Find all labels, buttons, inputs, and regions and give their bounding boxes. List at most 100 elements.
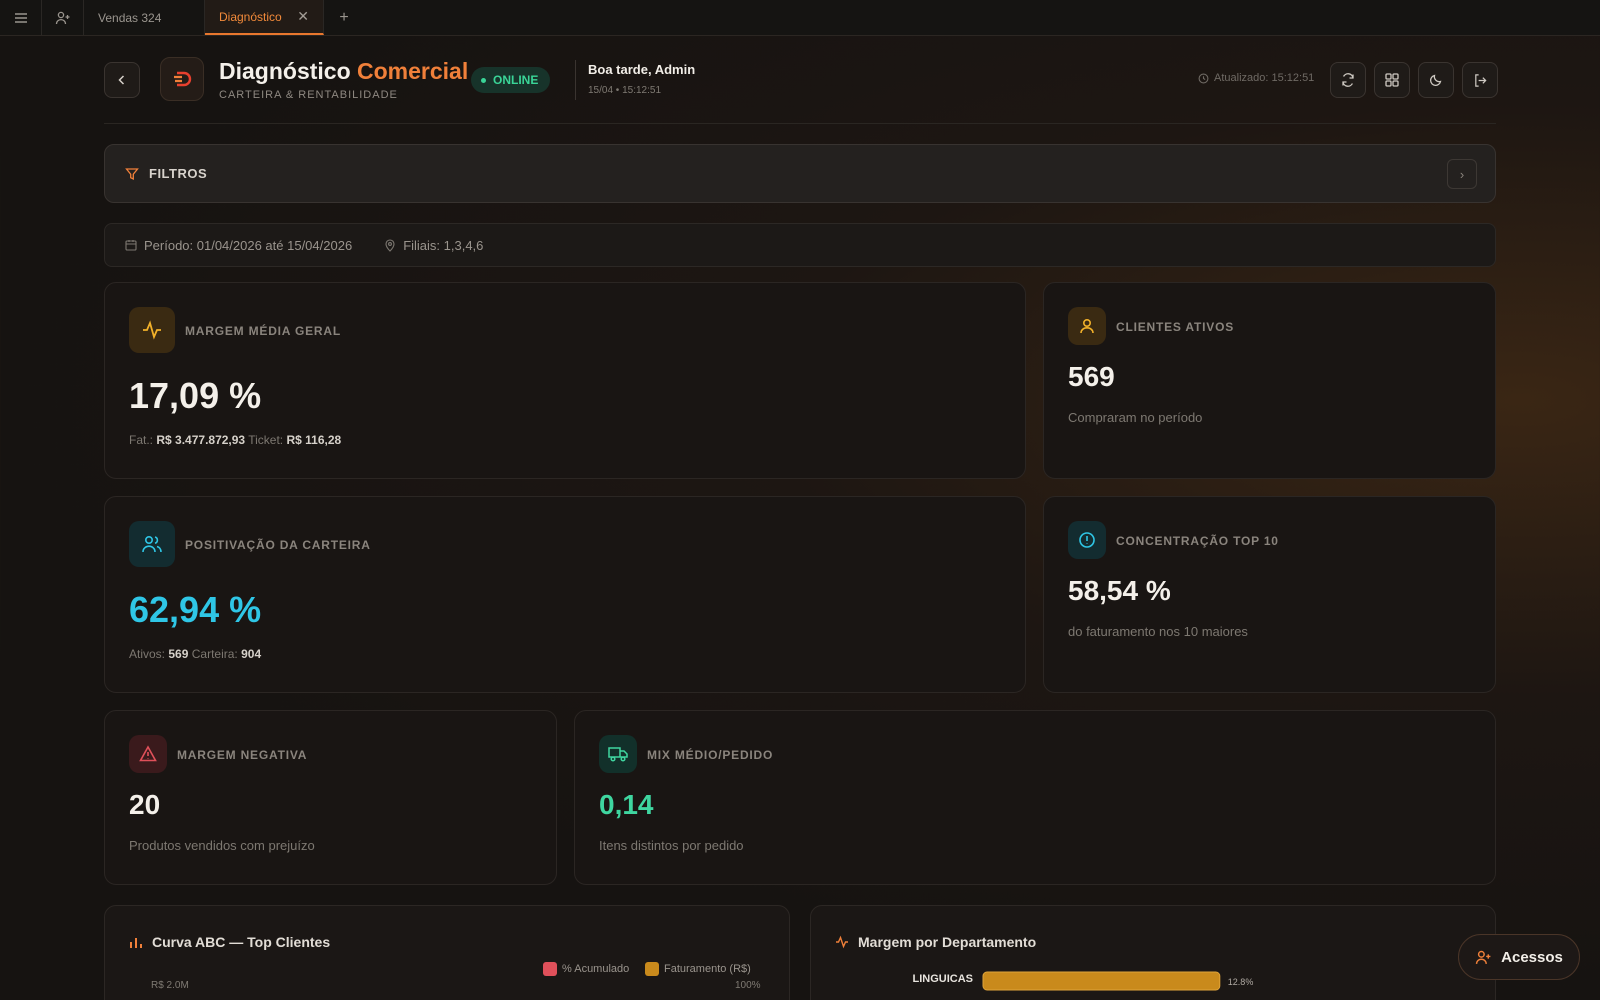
kpi-label: CLIENTES ATIVOS <box>1116 320 1235 334</box>
chevron-right-icon: › <box>1459 166 1465 182</box>
last-updated: Atualizado: 15:12:51 <box>1198 72 1314 84</box>
y-axis-right-tick: 100% <box>735 980 761 991</box>
plus-icon: + <box>339 8 349 26</box>
legend-acumulado[interactable]: % Acumulado <box>543 962 629 976</box>
period-info: Período: 01/04/2026 até 15/04/2026 <box>125 238 352 253</box>
divider <box>575 60 576 100</box>
carteira-label: Carteira: <box>191 647 238 661</box>
panel-title: Margem por Departamento <box>835 934 1036 950</box>
kpi-detail: Itens distintos por pedido <box>599 838 744 853</box>
page-title: Diagnóstico Comercial <box>219 58 468 85</box>
title-main: Diagnóstico <box>219 58 351 84</box>
theme-toggle-button[interactable] <box>1418 62 1454 98</box>
panel-title-text: Curva ABC — Top Clientes <box>152 934 331 950</box>
activity-icon <box>836 935 848 949</box>
kpi-value: 20 <box>129 789 161 820</box>
ticket-value: R$ 116,28 <box>286 433 342 447</box>
kpi-value: 0,14 <box>599 789 654 820</box>
refresh-icon <box>1342 73 1354 87</box>
legend-label: % Acumulado <box>562 963 630 975</box>
tab-bar: Vendas 324 Diagnóstico ✕ + <box>0 0 1600 36</box>
legend-swatch <box>645 962 659 976</box>
acessos-label: Acessos <box>1501 948 1563 966</box>
kpi-card-clientes-ativos: CLIENTES ATIVOS 569 Compraram no período <box>1043 282 1496 479</box>
data-label: 12.8% <box>1228 977 1254 987</box>
tab-vendas-324[interactable]: Vendas 324 <box>84 0 205 35</box>
filters-label: FILTROS <box>149 166 208 181</box>
bar-chart-icon <box>130 938 142 948</box>
legend-swatch <box>543 962 557 976</box>
margem-departamento-chart: LINGUICAS 12.8% <box>913 971 1254 991</box>
panel-curva-abc: Curva ABC — Top Clientes % Acumulado Fat… <box>104 905 790 1000</box>
kpi-value: 17,09 % <box>129 375 262 416</box>
logout-button[interactable] <box>1462 62 1498 98</box>
last-updated-text: Atualizado: 15:12:51 <box>1214 72 1315 84</box>
kpi-detail: Produtos vendidos com prejuízo <box>129 838 315 853</box>
add-user-tab-button[interactable] <box>42 0 84 35</box>
legend-faturamento[interactable]: Faturamento (R$) <box>645 962 751 976</box>
ticket-label: Ticket: <box>248 433 284 447</box>
status-dot-icon <box>481 77 486 83</box>
tab-label: Diagnóstico <box>219 9 282 24</box>
user-plus-icon <box>1475 950 1491 964</box>
page-header: Diagnóstico Comercial CARTEIRA & RENTABI… <box>104 50 1498 124</box>
ativos-label: Ativos: <box>129 647 166 661</box>
kpi-icon-box <box>129 735 167 773</box>
kpi-icon-box <box>129 307 175 353</box>
branches-text: Filiais: 1,3,4,6 <box>403 237 484 253</box>
app-logo <box>160 57 204 101</box>
title-accent: Comercial <box>357 58 469 84</box>
kpi-icon-box <box>1068 307 1106 345</box>
kpi-value: 58,54 % <box>1068 575 1171 606</box>
expand-filters-button[interactable]: › <box>1447 159 1477 189</box>
kpi-card-margem-media: MARGEM MÉDIA GERAL 17,09 % Fat.: R$ 3.47… <box>104 282 1026 479</box>
panel-title-text: Margem por Departamento <box>858 934 1037 950</box>
map-pin-icon <box>385 238 395 252</box>
menu-icon <box>14 12 27 23</box>
users-icon <box>142 535 162 553</box>
moon-icon <box>1429 74 1442 87</box>
kpi-detail: Ativos: 569 Carteira: 904 <box>129 647 261 661</box>
layout-grid-button[interactable] <box>1374 62 1410 98</box>
panel-margem-departamento: Margem por Departamento LINGUICAS 12.8% <box>810 905 1496 1000</box>
kpi-card-mix-medio: MIX MÉDIO/PEDIDO 0,14 Itens distintos po… <box>574 710 1496 885</box>
close-tab-icon[interactable]: ✕ <box>297 8 309 25</box>
kpi-label: CONCENTRAÇÃO TOP 10 <box>1116 534 1279 548</box>
carteira-value: 904 <box>241 647 262 661</box>
grid-icon <box>1385 73 1399 87</box>
filter-icon <box>125 167 139 180</box>
tab-diagnostico[interactable]: Diagnóstico ✕ <box>205 0 324 35</box>
menu-button[interactable] <box>0 0 42 35</box>
activity-icon <box>143 320 161 340</box>
kpi-card-margem-negativa: MARGEM NEGATIVA 20 Produtos vendidos com… <box>104 710 557 885</box>
kpi-icon-box <box>1068 521 1106 559</box>
new-tab-button[interactable]: + <box>324 0 364 35</box>
panel-title: Curva ABC — Top Clientes <box>129 934 330 950</box>
current-datetime: 15/04 • 15:12:51 <box>588 85 662 96</box>
kpi-label: MARGEM MÉDIA GERAL <box>185 324 341 338</box>
logout-icon <box>1474 73 1487 87</box>
kpi-detail: Compraram no período <box>1068 410 1203 425</box>
status-label: ONLINE <box>493 73 539 87</box>
bar[interactable] <box>982 971 1221 991</box>
status-badge: ONLINE <box>471 67 551 93</box>
kpi-label: MARGEM NEGATIVA <box>177 748 308 762</box>
category-label: LINGUICAS <box>913 973 974 985</box>
truck-icon <box>608 747 628 762</box>
kpi-icon-box <box>129 521 175 567</box>
back-button[interactable] <box>104 62 140 98</box>
greeting: Boa tarde, Admin <box>588 62 696 77</box>
logo-icon <box>174 71 192 87</box>
acessos-button[interactable]: Acessos <box>1458 934 1580 980</box>
clock-icon <box>1198 73 1209 83</box>
ativos-value: 569 <box>168 647 189 661</box>
tab-label: Vendas 324 <box>98 10 162 25</box>
kpi-card-concentracao: CONCENTRAÇÃO TOP 10 58,54 % do faturamen… <box>1043 496 1496 693</box>
y-axis-left-tick: R$ 2.0M <box>151 980 189 991</box>
filters-toggle[interactable]: FILTROS › <box>104 144 1496 203</box>
calendar-icon <box>125 240 137 251</box>
refresh-button[interactable] <box>1330 62 1366 98</box>
period-text: Período: 01/04/2026 até 15/04/2026 <box>144 237 353 253</box>
kpi-detail: do faturamento nos 10 maiores <box>1068 624 1248 639</box>
kpi-card-positivacao: POSITIVAÇÃO DA CARTEIRA 62,94 % Ativos: … <box>104 496 1026 693</box>
